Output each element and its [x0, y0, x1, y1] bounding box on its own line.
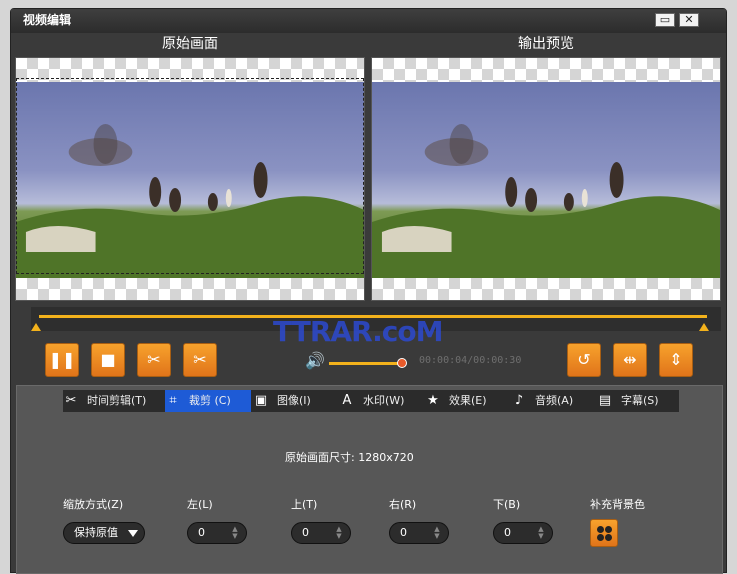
left-input[interactable]: 0 ▲ ▼ [187, 522, 247, 544]
playback-time: 00:00:04/00:00:30 [419, 355, 522, 366]
original-preview[interactable] [15, 57, 365, 301]
tab-crop[interactable]: ⌗ 裁剪 (C) [165, 390, 251, 412]
bottom-label: 下(B) [493, 498, 521, 511]
tab-label: 裁剪 (C) [189, 394, 231, 407]
tab-subtitle[interactable]: ▤ 字幕(S) [597, 390, 679, 412]
star-icon: ★ [427, 393, 439, 408]
background-color-label: 补充背景色 [590, 498, 645, 511]
watermark-icon: A [342, 393, 352, 408]
volume-slider[interactable] [329, 362, 401, 365]
spinner-icon[interactable]: ▲ ▼ [432, 526, 442, 540]
tab-image[interactable]: ▣ 图像(I) [253, 390, 337, 412]
tab-label: 字幕(S) [621, 394, 659, 407]
zoom-mode-value: 保持原值 [74, 526, 118, 539]
image-icon: ▣ [254, 393, 268, 408]
chevron-down-icon [128, 530, 138, 537]
close-button[interactable]: ✕ [679, 13, 699, 27]
dot-icon [605, 526, 612, 533]
scissors-icon: ✂ [65, 393, 77, 408]
tab-effects[interactable]: ★ 效果(E) [425, 390, 509, 412]
crop-selection-frame[interactable] [16, 78, 364, 274]
pause-button[interactable]: ❚❚ [45, 343, 79, 377]
undo-icon: ↺ [577, 350, 591, 369]
stop-icon: ■ [100, 350, 116, 369]
tab-label: 效果(E) [449, 394, 487, 407]
bottom-input[interactable]: 0 ▲ ▼ [493, 522, 553, 544]
background-color-button[interactable] [590, 519, 618, 547]
top-input[interactable]: 0 ▲ ▼ [291, 522, 351, 544]
tab-watermark[interactable]: A 水印(W) [339, 390, 423, 412]
spinner-icon[interactable]: ▲ ▼ [536, 526, 546, 540]
crop-icon: ⌗ [169, 393, 177, 408]
output-video-frame [372, 82, 720, 278]
mirror-icon: ⇹ [623, 350, 637, 369]
tab-bar: ✂ 时间剪辑(T) ⌗ 裁剪 (C) ▣ 图像(I) A 水印(W) ★ 效果(E) ♪ 音… [63, 390, 679, 412]
tab-label: 水印(W) [363, 394, 405, 407]
settings-panel: ✂ 时间剪辑(T) ⌗ 裁剪 (C) ▣ 图像(I) A 水印(W) ★ 效果(E) ♪ 音… [16, 385, 723, 574]
music-note-icon: ♪ [514, 393, 524, 408]
bottom-value: 0 [504, 526, 511, 539]
birds-image [372, 124, 720, 278]
split-button[interactable]: ✂ [183, 343, 217, 377]
output-preview-label: 输出预览 [518, 36, 574, 52]
cut-button[interactable]: ✂ [137, 343, 171, 377]
dot-icon [605, 534, 612, 541]
top-label: 上(T) [291, 498, 318, 511]
output-preview [371, 57, 721, 301]
right-label: 右(R) [389, 498, 417, 511]
undo-button[interactable]: ↺ [567, 343, 601, 377]
original-size-info: 原始画面尺寸: 1280x720 [285, 451, 414, 464]
top-value: 0 [302, 526, 309, 539]
stop-button[interactable]: ■ [91, 343, 125, 377]
tab-label: 图像(I) [277, 394, 311, 407]
flip-button[interactable]: ⇕ [659, 343, 693, 377]
start-marker[interactable] [31, 323, 41, 331]
dot-icon [597, 526, 604, 533]
right-input[interactable]: 0 ▲ ▼ [389, 522, 449, 544]
zoom-mode-label: 缩放方式(Z) [63, 498, 124, 511]
mirror-button[interactable]: ⇹ [613, 343, 647, 377]
tab-label: 时间剪辑(T) [87, 394, 147, 407]
left-label: 左(L) [187, 498, 213, 511]
maximize-button[interactable]: ▭ [655, 13, 675, 27]
zoom-mode-select[interactable]: 保持原值 [63, 522, 145, 544]
subtitle-icon: ▤ [598, 393, 612, 408]
right-value: 0 [400, 526, 407, 539]
speaker-icon[interactable]: 🔊 [305, 351, 325, 370]
spinner-icon[interactable]: ▲ ▼ [334, 526, 344, 540]
watermark-logo: TTRAR.coM [273, 315, 443, 348]
scissors-icon: ✂ [147, 350, 161, 369]
volume-knob[interactable] [397, 358, 407, 368]
pause-icon: ❚❚ [48, 350, 76, 369]
spinner-icon[interactable]: ▲ ▼ [230, 526, 240, 540]
original-preview-label: 原始画面 [162, 36, 218, 52]
flip-icon: ⇕ [669, 350, 683, 369]
end-marker[interactable] [699, 323, 709, 331]
tab-label: 音频(A) [535, 394, 574, 407]
left-value: 0 [198, 526, 205, 539]
tab-audio[interactable]: ♪ 音频(A) [511, 390, 595, 412]
title-bar: 视频编辑 ▭ ✕ [11, 9, 726, 33]
split-icon: ✂ [193, 350, 207, 369]
dot-icon [597, 534, 604, 541]
tab-time-trim[interactable]: ✂ 时间剪辑(T) [63, 390, 163, 412]
window-title: 视频编辑 [23, 13, 72, 27]
video-edit-window: 视频编辑 ▭ ✕ 原始画面 输出预览 ❚❚ ■ ✂ ✂ TTRAR.coM 🔊 … [10, 8, 727, 574]
